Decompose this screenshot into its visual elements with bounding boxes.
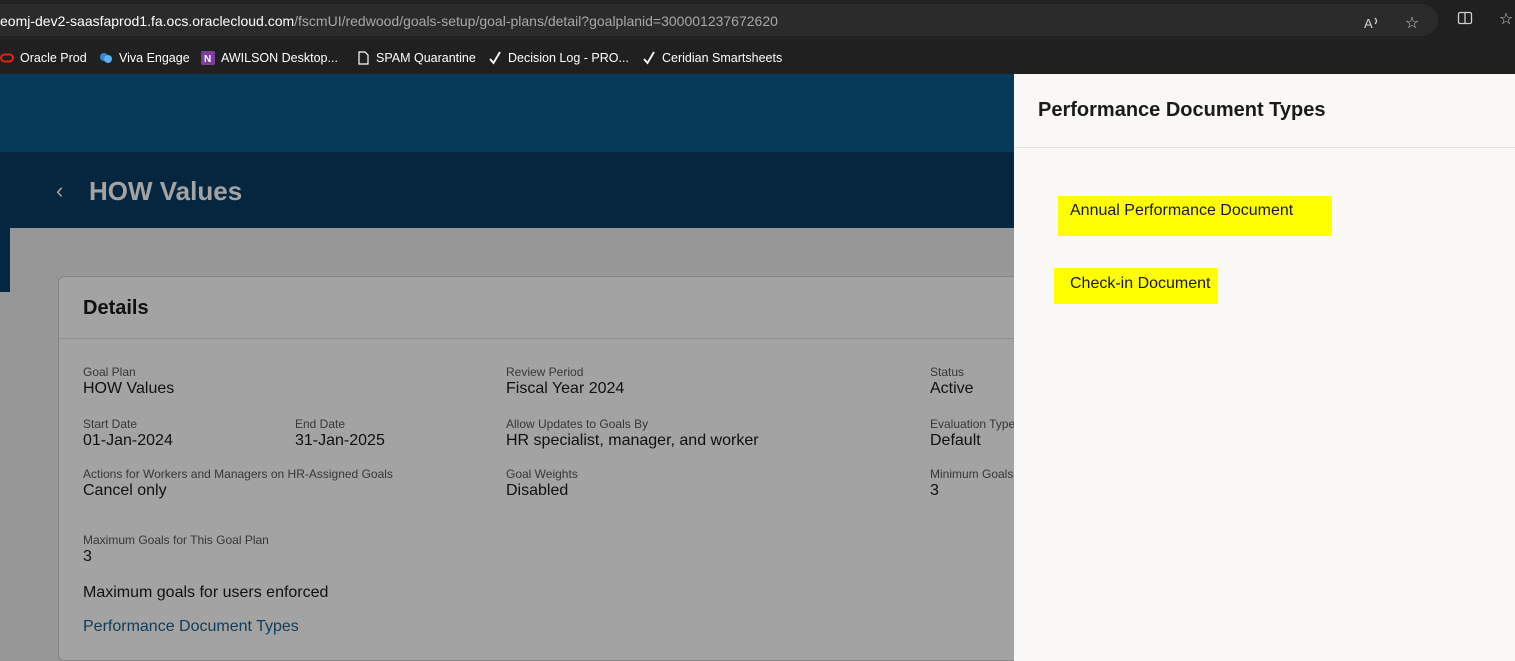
bookmark-viva-engage[interactable]: Viva Engage [99,49,190,67]
onenote-icon: N [201,51,215,65]
favorite-star-icon[interactable]: ☆ [1402,14,1422,34]
bookmarks-bar: Oracle Prod Viva Engage N AWILSON Deskto… [0,40,1515,74]
viva-engage-icon [99,51,113,65]
read-aloud-icon[interactable]: A [1362,14,1382,34]
bookmark-label: Ceridian Smartsheets [662,51,783,65]
bookmark-oracle-prod[interactable]: Oracle Prod [0,49,87,67]
bookmark-label: AWILSON Desktop... [221,51,338,65]
checkmark-icon [642,51,656,65]
browser-toolbar: eomj-dev2-saasfaprod1.fa.ocs.oraclecloud… [0,0,1515,40]
performance-document-types-drawer: Performance Document Types Annual Perfor… [1014,74,1515,661]
url-text[interactable]: eomj-dev2-saasfaprod1.fa.ocs.oraclecloud… [0,13,778,29]
split-screen-icon[interactable] [1455,10,1475,30]
bookmark-label: Oracle Prod [20,51,87,65]
url-host: eomj-dev2-saasfaprod1.fa.ocs.oraclecloud… [0,13,295,29]
bookmark-label: Decision Log - PRO... [508,51,629,65]
bookmark-spam-quarantine[interactable]: SPAM Quarantine [356,49,476,67]
bookmark-label: Viva Engage [119,51,190,65]
drawer-title: Performance Document Types [1038,99,1326,121]
bookmark-awilson-desktop[interactable]: N AWILSON Desktop... [201,49,338,67]
svg-text:A: A [1364,16,1373,31]
modal-scrim[interactable] [0,74,1014,661]
bookmark-label: SPAM Quarantine [376,51,476,65]
drawer-header: Performance Document Types [1014,74,1515,148]
favorites-icon[interactable]: ☆ [1496,10,1515,30]
checkmark-icon [488,51,502,65]
page-icon [356,51,370,65]
url-path: /fscmUI/redwood/goals-setup/goal-plans/d… [294,13,778,29]
document-type-item: Check-in Document [1070,275,1211,292]
oracle-icon [0,51,14,65]
bookmark-ceridian-smartsheets[interactable]: Ceridian Smartsheets [642,49,782,67]
document-type-item: Annual Performance Document [1070,202,1294,219]
bookmark-decision-log[interactable]: Decision Log - PRO... [488,49,629,67]
address-bar[interactable]: eomj-dev2-saasfaprod1.fa.ocs.oraclecloud… [0,4,1438,36]
svg-text:N: N [204,54,211,65]
